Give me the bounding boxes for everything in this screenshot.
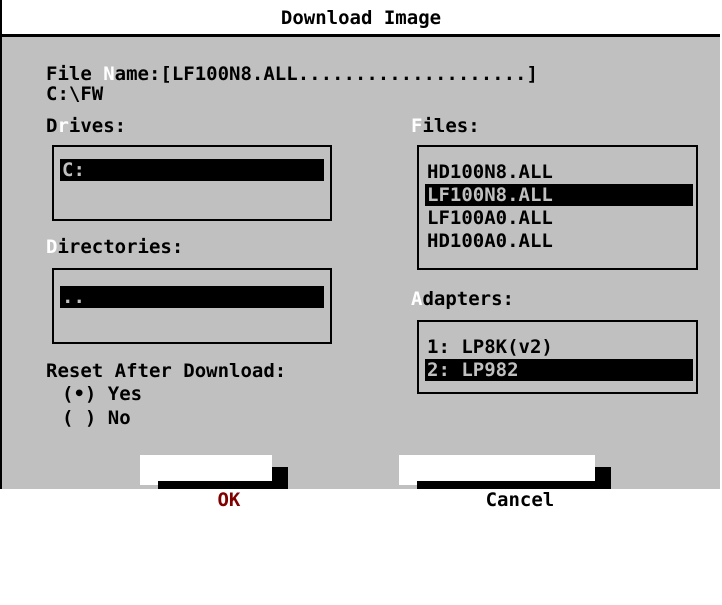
radio-yes-marker[interactable]: (•)	[62, 383, 96, 405]
reset-after-download-label: Reset After Download:	[46, 360, 287, 382]
drives-label-prefix: D	[46, 115, 58, 137]
drives-label: Drives:	[46, 116, 126, 136]
adapters-listbox[interactable]: 1: LP8K(v2) 2: LP982	[417, 320, 698, 394]
ok-button-shadow-side	[272, 467, 288, 489]
file-item[interactable]: HD100A0.ALL	[425, 230, 693, 252]
file-name-label-suffix: ame:	[114, 63, 161, 85]
current-path: C:\FW	[46, 83, 104, 105]
cancel-button-shadow	[417, 481, 611, 489]
ok-button-label: OK	[217, 489, 241, 511]
files-label: Files:	[411, 116, 480, 136]
radio-no-label: No	[107, 407, 131, 429]
adapters-label: Adapters:	[411, 289, 514, 309]
directories-label: Directories:	[46, 237, 183, 257]
dialog-title: Download Image	[2, 0, 720, 37]
radio-yes[interactable]: (•) Yes	[62, 384, 142, 404]
adapter-item[interactable]: 2: LP982	[425, 359, 693, 381]
files-hotkey: F	[411, 115, 423, 137]
adapter-item[interactable]: 1: LP8K(v2)	[425, 336, 693, 358]
files-listbox[interactable]: HD100N8.ALL LF100N8.ALL LF100A0.ALL HD10…	[417, 145, 698, 270]
files-label-suffix: iles:	[422, 115, 480, 137]
file-item[interactable]: HD100N8.ALL	[425, 161, 693, 183]
radio-no[interactable]: ( ) No	[62, 408, 131, 428]
directory-item[interactable]: ..	[60, 286, 324, 308]
directories-listbox[interactable]: ..	[52, 268, 332, 344]
drives-listbox[interactable]: C:	[52, 145, 332, 221]
file-name-fill: ....................]	[297, 63, 538, 85]
ok-button[interactable]: OK	[140, 455, 288, 511]
radio-yes-label: Yes	[107, 383, 143, 405]
directories-hotkey: D	[46, 236, 58, 258]
directories-label-suffix: irectories:	[57, 236, 184, 258]
drives-label-suffix: ives:	[68, 115, 127, 137]
file-name-label-prefix: File	[46, 63, 104, 85]
drive-item[interactable]: C:	[60, 159, 324, 181]
cancel-button[interactable]: Cancel	[399, 455, 611, 511]
radio-no-marker[interactable]: ( )	[62, 407, 96, 429]
drives-hotkey: r	[57, 115, 69, 137]
ok-button-shadow	[158, 481, 288, 489]
adapters-label-suffix: dapters:	[422, 288, 514, 310]
file-name-value[interactable]: [LF100N8.ALL	[160, 63, 297, 85]
download-image-dialog: Download Image File Name:[LF100N8.ALL...…	[0, 0, 720, 511]
file-name-field[interactable]: File Name:[LF100N8.ALL..................…	[46, 64, 538, 84]
cancel-button-label: Cancel	[485, 489, 555, 511]
file-item[interactable]: LF100N8.ALL	[425, 184, 693, 206]
file-item[interactable]: LF100A0.ALL	[425, 207, 693, 229]
cancel-button-shadow-side	[595, 467, 611, 489]
file-name-hotkey: N	[103, 63, 115, 85]
adapters-hotkey: A	[411, 288, 423, 310]
